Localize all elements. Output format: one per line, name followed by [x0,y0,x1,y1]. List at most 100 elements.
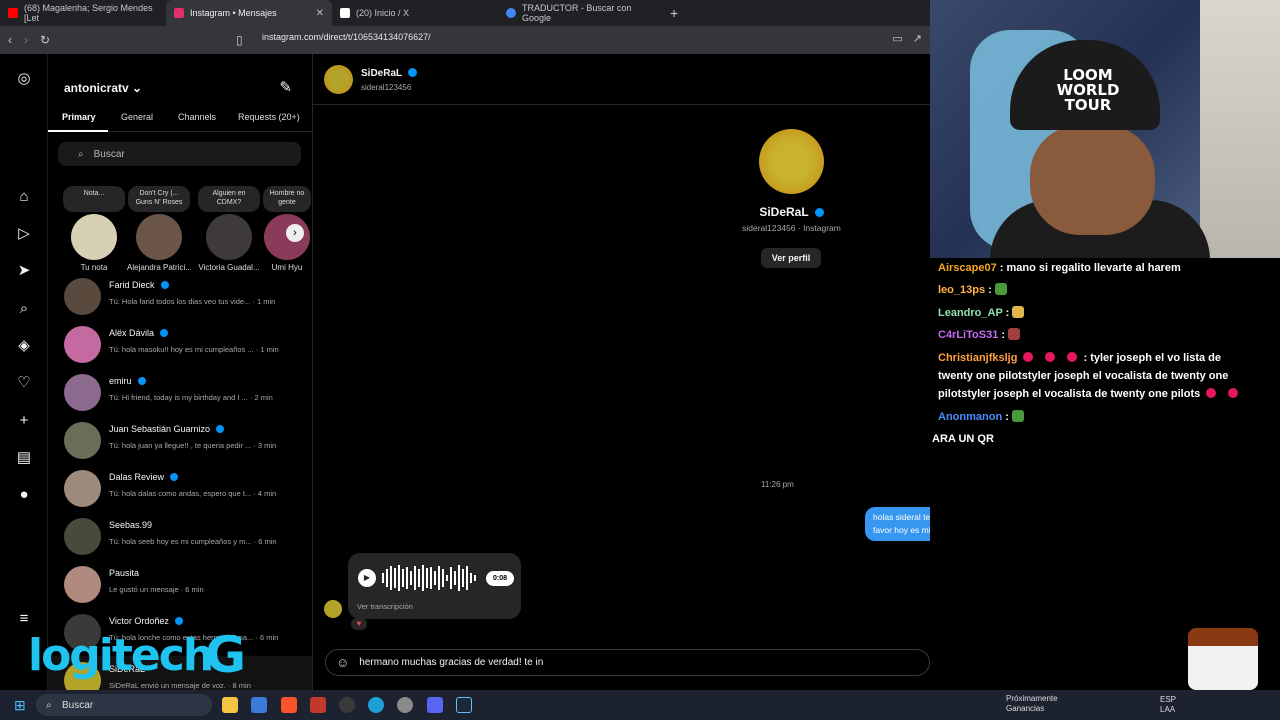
create-icon[interactable]: + [15,412,33,430]
avatar [64,278,101,315]
note-item[interactable]: Don't Cry (... Guns N' Roses Alejandra P… [127,186,191,272]
search-icon[interactable]: ⌕ [15,300,33,318]
dashboard-icon[interactable]: ▤ [15,449,33,467]
chat-line: Anonmanon : [938,408,1027,427]
thread-item[interactable]: Farid Dieck Tú: Hola farid todos los dias… [48,272,312,320]
thread-item[interactable]: Alëx Dávila Tú: hola masoku!! hoy es mi c… [48,320,312,368]
home-icon[interactable]: ⌂ [15,188,33,206]
heart-reaction-icon[interactable]: ♥ [351,618,367,630]
compose-icon[interactable]: ✎ [279,78,292,96]
message-timestamp: 11:26 pm [761,480,794,489]
thread-item[interactable]: Dalas Review Tú: hola dalas como andas, e… [48,464,312,512]
chat-text: twenty one pilotstyler joseph el vocalis… [938,370,1229,382]
tab-general[interactable]: General [121,112,153,122]
note-item[interactable]: Alguien en CDMX? Victoria Guadal... [197,186,261,272]
file-explorer-icon[interactable] [222,697,238,713]
play-icon[interactable]: ▶ [358,569,376,587]
close-tab-icon[interactable]: ✕ [316,8,324,19]
message-input-text: hermano muchas gracias de verdad! te in [359,657,544,668]
view-profile-button[interactable]: Ver perfil [761,248,821,268]
search-input[interactable]: ⌕ Buscar [58,142,301,166]
inbox-panel: antonicratv ⌄ ✎ Primary General Channels… [48,54,313,690]
chat-text: pilotstyler joseph el vocalista de twent… [938,388,1201,400]
avatar[interactable] [324,65,353,94]
voice-message[interactable]: ▶ 0:08 Ver transcripción [348,553,521,619]
note-bubble: Hombre no gente [263,186,311,212]
note-bubble: Nota... [63,186,125,212]
search-icon: ⌕ [78,148,84,160]
chat-username: leo_13ps [938,284,986,296]
active-tab-underline [48,130,108,132]
avatar [64,566,101,603]
windows-start-icon[interactable]: ⊞ [14,697,26,714]
back-icon[interactable]: ‹ [8,33,12,47]
menu-icon[interactable]: ≡ [15,610,33,628]
verified-badge-icon [174,617,183,625]
waveform [382,565,476,591]
language-indicator[interactable]: ESP LAA [1160,695,1176,715]
windows-taskbar: ⊞ ⌕ Buscar Próximamente Ganancias ESP LAA [0,690,1280,720]
verified-badge-icon [160,281,169,289]
message-input[interactable]: ☺ hermano muchas gracias de verdad! te i… [325,649,930,676]
instagram-logo-icon[interactable]: ◎ [15,70,33,88]
profile-avatar-icon[interactable]: ● [15,486,33,504]
reels-icon[interactable]: ▷ [15,225,33,243]
edge-icon[interactable] [368,697,384,713]
bookmark-icon[interactable]: ▯ [236,33,243,47]
chat-line: Airscape07 : mano si regalito llevarte a… [938,259,1181,278]
view-transcription-link[interactable]: Ver transcripción [357,602,413,611]
chat-username: Airscape07 [938,262,997,274]
store-icon[interactable] [251,697,267,713]
thread-item[interactable]: Seebas.99 Tú: hola seeb hoy es mi cumplea… [48,512,312,560]
url-field[interactable]: instagram.com/direct/t/106534134076627/ [262,32,431,42]
tab-youtube[interactable]: (68) Magalenha; Sergio Mendes [Let [0,0,166,26]
emote-icon [1008,328,1021,340]
cast-icon[interactable]: ▭ [892,32,902,45]
note-item[interactable]: Nota... Tu nota [62,186,126,272]
explore-icon[interactable]: ◈ [15,337,33,355]
tab-google[interactable]: TRADUCTOR - Buscar con Google [498,0,664,26]
tab-x[interactable]: (20) Inicio / X [332,0,498,26]
chat-text: : mano si regalito llevarte al harem [999,262,1181,274]
forward-icon[interactable]: › [24,33,28,47]
steam-icon[interactable] [456,697,472,713]
verified-badge-icon [160,329,169,337]
reload-icon[interactable]: ↻ [40,33,50,47]
streamer-face [1030,125,1155,235]
chat-username: Anonmanon [938,411,1003,423]
avatar [71,214,117,260]
avatar [206,214,252,260]
brave-icon[interactable] [281,697,297,713]
app-icon[interactable] [310,697,326,713]
new-tab-button[interactable]: + [670,5,678,21]
chat-contact-name: SiDeRaL [361,68,403,79]
tab-requests[interactable]: Requests (20+) [238,112,300,122]
heart-emote-icon [1067,352,1078,362]
tab-primary[interactable]: Primary [62,112,96,122]
share-icon[interactable]: ↗ [913,32,922,45]
tab-channels[interactable]: Channels [178,112,216,122]
instagram-nav-rail: ◎ ⌂ ▷ ➤ ⌕ ◈ ♡ + ▤ ● ≡ [0,54,48,690]
avatar [64,518,101,555]
taskbar-search[interactable]: ⌕ Buscar [36,694,212,716]
thread-item[interactable]: Pausita Le gustó un mensaje · 6 min [48,560,312,608]
chat-text: : [1005,307,1010,319]
settings-gear-icon[interactable] [397,697,413,713]
news-widget[interactable]: Próximamente Ganancias [990,694,1058,714]
obs-icon[interactable] [339,697,355,713]
thread-item[interactable]: emiru Tú: Hi friend, today is my birthday… [48,368,312,416]
avatar [64,470,101,507]
tab-instagram[interactable]: Instagram • Mensajes ✕ [166,0,332,26]
note-bubble: Alguien en CDMX? [198,186,260,212]
chat-panel: SiDeRaL sideral123456 SiDeRaL sideral123… [313,54,1257,690]
messages-icon[interactable]: ➤ [15,262,33,280]
account-username[interactable]: antonicratv ⌄ [64,81,142,95]
notes-row: Nota... Tu nota Don't Cry (... Guns N' R… [48,186,312,272]
notifications-heart-icon[interactable]: ♡ [15,374,33,392]
emoji-icon[interactable]: ☺ [336,655,349,670]
thread-item[interactable]: Juan Sebastián Guarnizo Tú: hola juan ya … [48,416,312,464]
chevron-right-icon[interactable]: › [286,224,304,242]
avatar [136,214,182,260]
discord-icon[interactable] [427,697,443,713]
verified-badge-icon [170,473,179,481]
